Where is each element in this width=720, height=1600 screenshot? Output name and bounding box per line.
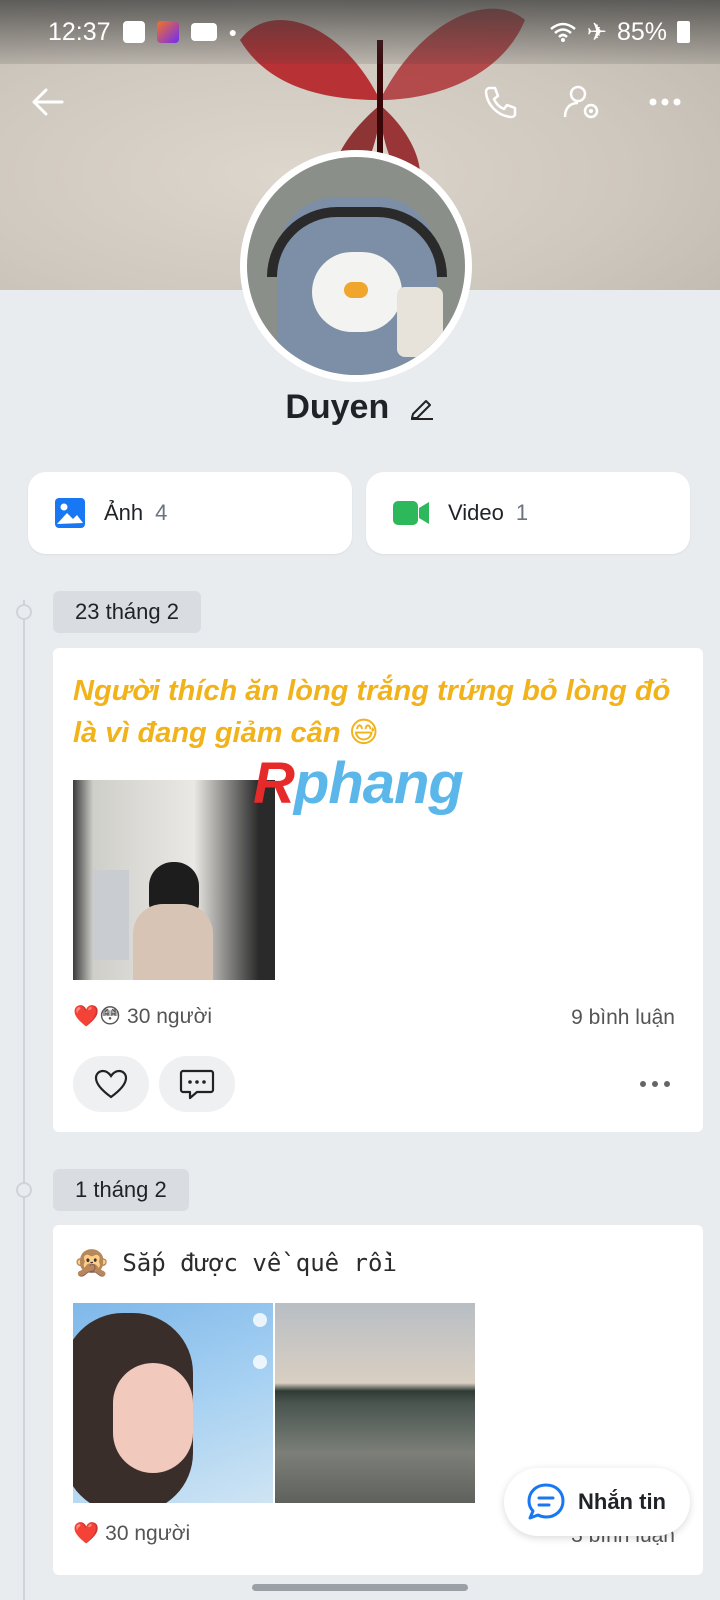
videos-count: 1 bbox=[515, 500, 529, 525]
photos-label: Ảnh bbox=[104, 500, 144, 525]
shopee-icon bbox=[122, 21, 145, 43]
watermark-logo: Rphang bbox=[253, 751, 464, 816]
comment-bubble-icon bbox=[179, 1069, 215, 1100]
videos-card[interactable]: Video 1 bbox=[366, 472, 690, 554]
reaction-emojis: ❤️😳 bbox=[73, 1005, 122, 1028]
profile-settings-icon[interactable] bbox=[562, 82, 602, 122]
video-camera-icon bbox=[393, 501, 429, 525]
wifi-icon bbox=[550, 22, 576, 42]
reactions-summary[interactable]: ❤️😳 30 người bbox=[73, 1004, 212, 1029]
battery-icon bbox=[677, 21, 690, 43]
photos-card[interactable]: Ảnh 4 bbox=[28, 472, 352, 554]
top-app-bar bbox=[0, 70, 720, 134]
avatar-photo bbox=[247, 157, 465, 375]
date-chip: 1 tháng 2 bbox=[53, 1169, 189, 1211]
videos-label: Video bbox=[448, 500, 504, 525]
dot-icon: ● bbox=[228, 24, 238, 40]
phone-call-icon[interactable] bbox=[480, 82, 520, 122]
profile-name: Duyen bbox=[285, 388, 390, 426]
post-photo[interactable] bbox=[73, 1303, 273, 1503]
reactions-count: 30 người bbox=[127, 1004, 213, 1028]
battery-percent: 85% bbox=[616, 17, 667, 46]
reactions-count: 30 người bbox=[105, 1522, 191, 1545]
home-indicator[interactable] bbox=[252, 1584, 468, 1591]
message-button[interactable]: Nhắn tin bbox=[504, 1468, 690, 1536]
post-text: Sắp được về quê rồi bbox=[122, 1248, 397, 1277]
youtube-icon bbox=[190, 23, 217, 41]
photo-gallery-icon bbox=[55, 498, 85, 528]
avatar[interactable] bbox=[240, 150, 472, 382]
photos-count: 4 bbox=[155, 500, 168, 525]
post-photo[interactable] bbox=[73, 780, 275, 980]
reaction-emojis: ❤️ bbox=[73, 1522, 100, 1545]
profile-name-row: Duyen bbox=[0, 388, 720, 429]
back-arrow-icon[interactable] bbox=[28, 82, 68, 122]
lazada-icon bbox=[156, 21, 179, 43]
status-bar: 12:37 ● ✈ 85% bbox=[0, 0, 720, 64]
post-photo[interactable] bbox=[275, 1303, 475, 1503]
post-text: Người thích ăn lòng trắng trứng bỏ lòng … bbox=[73, 675, 671, 749]
post-emoji: 🙊 bbox=[73, 1245, 111, 1280]
timeline-dot bbox=[16, 1182, 32, 1198]
post-more-icon[interactable] bbox=[639, 1076, 671, 1094]
airplane-icon: ✈ bbox=[586, 18, 607, 46]
edit-pencil-icon[interactable] bbox=[409, 390, 435, 429]
comments-count[interactable]: 9 bình luận bbox=[571, 1006, 675, 1030]
timeline-dot bbox=[16, 604, 32, 620]
reactions-summary[interactable]: ❤️ 30 người bbox=[73, 1522, 190, 1546]
heart-icon bbox=[94, 1069, 128, 1099]
more-icon[interactable] bbox=[645, 82, 685, 122]
status-time: 12:37 bbox=[48, 17, 111, 46]
date-chip: 23 tháng 2 bbox=[53, 591, 201, 633]
like-button[interactable] bbox=[73, 1056, 149, 1112]
timeline-line bbox=[23, 600, 25, 1600]
comment-button[interactable] bbox=[159, 1056, 235, 1112]
post-text-row: 🙊 Sắp được về quê rồi bbox=[73, 1245, 397, 1280]
message-button-label: Nhắn tin bbox=[578, 1489, 666, 1514]
post-card[interactable]: Người thích ăn lòng trắng trứng bỏ lòng … bbox=[53, 648, 703, 1132]
chat-bubble-icon bbox=[527, 1483, 565, 1520]
